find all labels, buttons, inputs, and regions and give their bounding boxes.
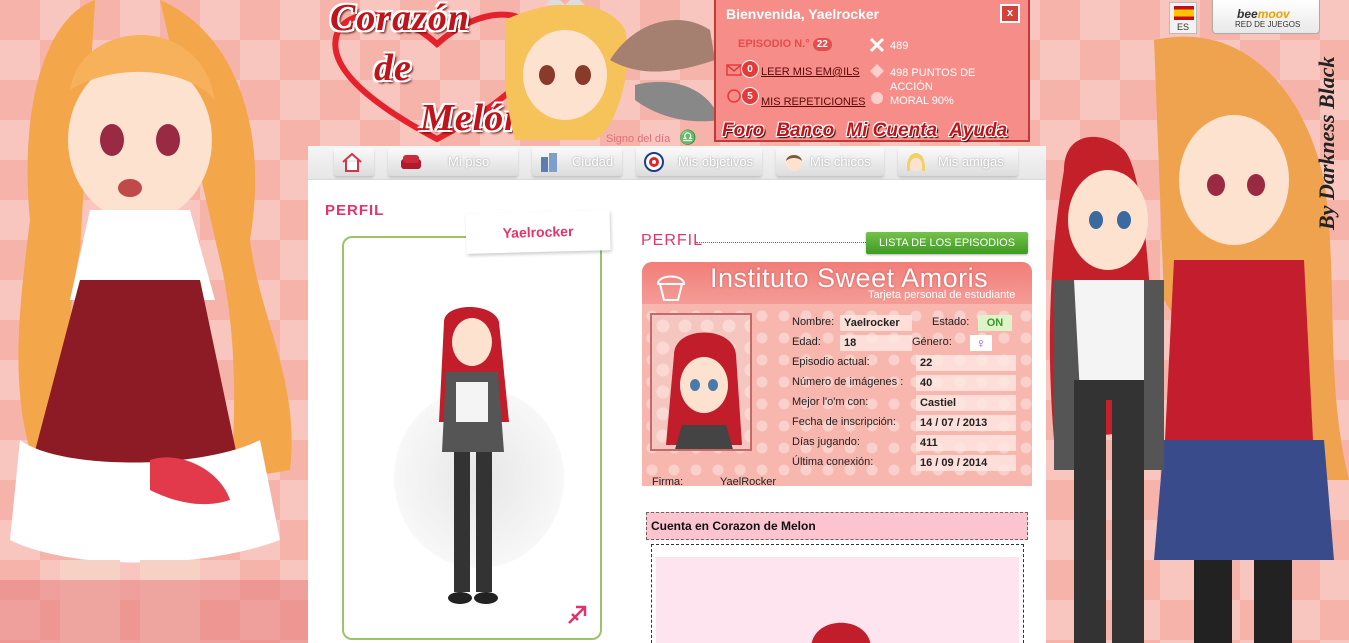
profile-divider	[696, 242, 866, 243]
tab-my-objectives-label: Mis objetivos	[678, 154, 754, 169]
boy-face-icon	[786, 155, 802, 171]
cupcake-icon	[656, 275, 686, 301]
close-icon[interactable]: x	[1000, 4, 1020, 23]
episode-label: EPISODIO N.°	[738, 38, 810, 50]
age-label: Edad:	[792, 336, 821, 348]
main-panel: Mi piso Ciudad Mis objetivos Mis chicos …	[308, 146, 1046, 643]
days-played-label: Días jugando:	[792, 436, 860, 448]
status-badge: ON	[978, 315, 1012, 331]
action-points-line1: 498 PUNTOS DE	[890, 67, 976, 79]
my-repetitions-link[interactable]: MIS REPETICIONES	[761, 96, 866, 108]
spain-flag-icon	[1174, 6, 1194, 20]
morale-value: MORAL 90%	[890, 95, 954, 107]
tab-my-apartment-label: Mi piso	[448, 154, 490, 169]
nav-help[interactable]: Ayuda	[949, 120, 1007, 142]
tab-my-boys[interactable]: Mis chicos	[776, 148, 884, 176]
episode-label: Episodio actual:	[792, 356, 870, 368]
top-navigation: Foro Banco Mi Cuenta Ayuda	[722, 120, 1007, 142]
libra-icon: ♎	[679, 129, 697, 145]
dollar-icon	[869, 37, 885, 53]
tab-my-friends[interactable]: Mis amigas	[898, 148, 1018, 176]
tab-home[interactable]	[334, 148, 374, 176]
student-portrait	[666, 332, 742, 449]
tab-city[interactable]: Ciudad	[532, 148, 622, 176]
signup-date-value: 14 / 07 / 2013	[916, 415, 1016, 431]
episodes-list-button[interactable]: LISTA DE LOS EPISODIOS	[866, 232, 1028, 254]
nav-forum[interactable]: Foro	[722, 120, 764, 142]
status-label: Estado:	[932, 316, 970, 328]
signature-label: Firma:	[652, 476, 684, 486]
card-subtitle: Tarjeta personal de estudiante	[868, 289, 1016, 301]
account-box	[651, 544, 1024, 643]
sign-of-the-day[interactable]: Signo del día ♎	[606, 129, 697, 146]
header-character-illustration	[505, 0, 720, 140]
logo-line-2: de	[374, 47, 412, 89]
last-connection-label: Última conexión:	[792, 456, 874, 468]
sofa-icon	[401, 155, 421, 169]
gender-label: Género:	[912, 336, 952, 348]
images-value: 40	[916, 375, 1016, 391]
profile-subheading: PERFIL	[641, 232, 704, 249]
female-icon: ♀	[970, 335, 992, 351]
morale-icon	[871, 92, 883, 104]
episode-number-badge: 22	[812, 38, 832, 51]
sagittarius-arrow-icon	[568, 605, 587, 624]
repetitions-count-badge: 5	[741, 87, 759, 105]
girl-face-icon	[906, 153, 926, 171]
student-photo	[650, 313, 752, 451]
account-avatar	[811, 622, 871, 643]
left-character-illustration	[0, 0, 310, 643]
images-label: Número de imágenes :	[792, 376, 904, 388]
read-emails-link[interactable]: LEER MIS EM@ILS	[761, 66, 860, 78]
avatar-figure	[439, 307, 509, 604]
mail-icon	[726, 64, 742, 76]
action-points-line2: ACCIÓN	[890, 81, 933, 93]
student-id-card: Instituto Sweet Amoris Tarjeta personal …	[642, 262, 1032, 486]
username-tag: Yaelrocker	[465, 210, 611, 254]
student-card-header: Instituto Sweet Amoris Tarjeta personal …	[642, 262, 1032, 304]
beemoov-network-button[interactable]: beemoov RED DE JUEGOS	[1212, 0, 1320, 34]
home-icon	[342, 152, 362, 172]
logo-line-1: Corazón	[330, 0, 471, 39]
beemoov-logo: beemoov	[1237, 7, 1290, 21]
nav-bank[interactable]: Banco	[776, 120, 834, 142]
tab-my-apartment[interactable]: Mi piso	[388, 148, 518, 176]
tab-my-friends-label: Mis amigas	[938, 154, 1004, 169]
age-value: 18	[840, 335, 912, 351]
tab-city-label: Ciudad	[572, 154, 614, 169]
welcome-title: Bienvenida, Yaelrocker	[726, 6, 880, 22]
dollar-count: 489	[890, 40, 909, 52]
avatar-card	[342, 236, 602, 640]
language-selector[interactable]: ES	[1169, 2, 1197, 34]
email-count-badge: 0	[741, 60, 759, 78]
tab-my-boys-label: Mis chicos	[810, 154, 871, 169]
tab-my-objectives[interactable]: Mis objetivos	[636, 148, 762, 176]
city-icon	[541, 153, 557, 172]
language-code: ES	[1176, 22, 1189, 32]
target-icon	[644, 152, 664, 172]
action-points-icon	[870, 64, 884, 78]
nav-my-account[interactable]: Mi Cuenta	[846, 120, 937, 142]
episode-indicator[interactable]: EPISODIO N.° 22	[738, 38, 832, 51]
profile-heading: PERFIL	[325, 202, 385, 219]
signature-value: YaelRocker	[720, 476, 777, 486]
watermark: By Darkness Black	[1314, 56, 1339, 230]
account-preview	[656, 557, 1019, 643]
last-connection-value: 16 / 09 / 2014	[916, 455, 1016, 471]
best-friend-label: Mejor l'o'm con:	[792, 396, 869, 408]
name-label: Nombre:	[792, 316, 835, 328]
beemoov-logo-accent: moov	[1257, 7, 1290, 21]
main-tab-bar: Mi piso Ciudad Mis objetivos Mis chicos …	[308, 146, 1046, 180]
best-friend-value: Castiel	[916, 395, 1016, 411]
days-played-value: 411	[916, 435, 1016, 451]
beemoov-tagline: RED DE JUEGOS	[1235, 20, 1301, 29]
right-characters-illustration	[1049, 36, 1349, 643]
sign-of-day-label: Signo del día	[606, 133, 671, 145]
name-value: Yaelrocker	[840, 315, 912, 331]
beemoov-logo-main: bee	[1237, 7, 1258, 21]
account-section-title: Cuenta en Corazon de Melon	[646, 512, 1028, 540]
signup-date-label: Fecha de inscripción:	[792, 416, 896, 428]
repeat-icon	[727, 89, 741, 103]
episode-value: 22	[916, 355, 1016, 371]
